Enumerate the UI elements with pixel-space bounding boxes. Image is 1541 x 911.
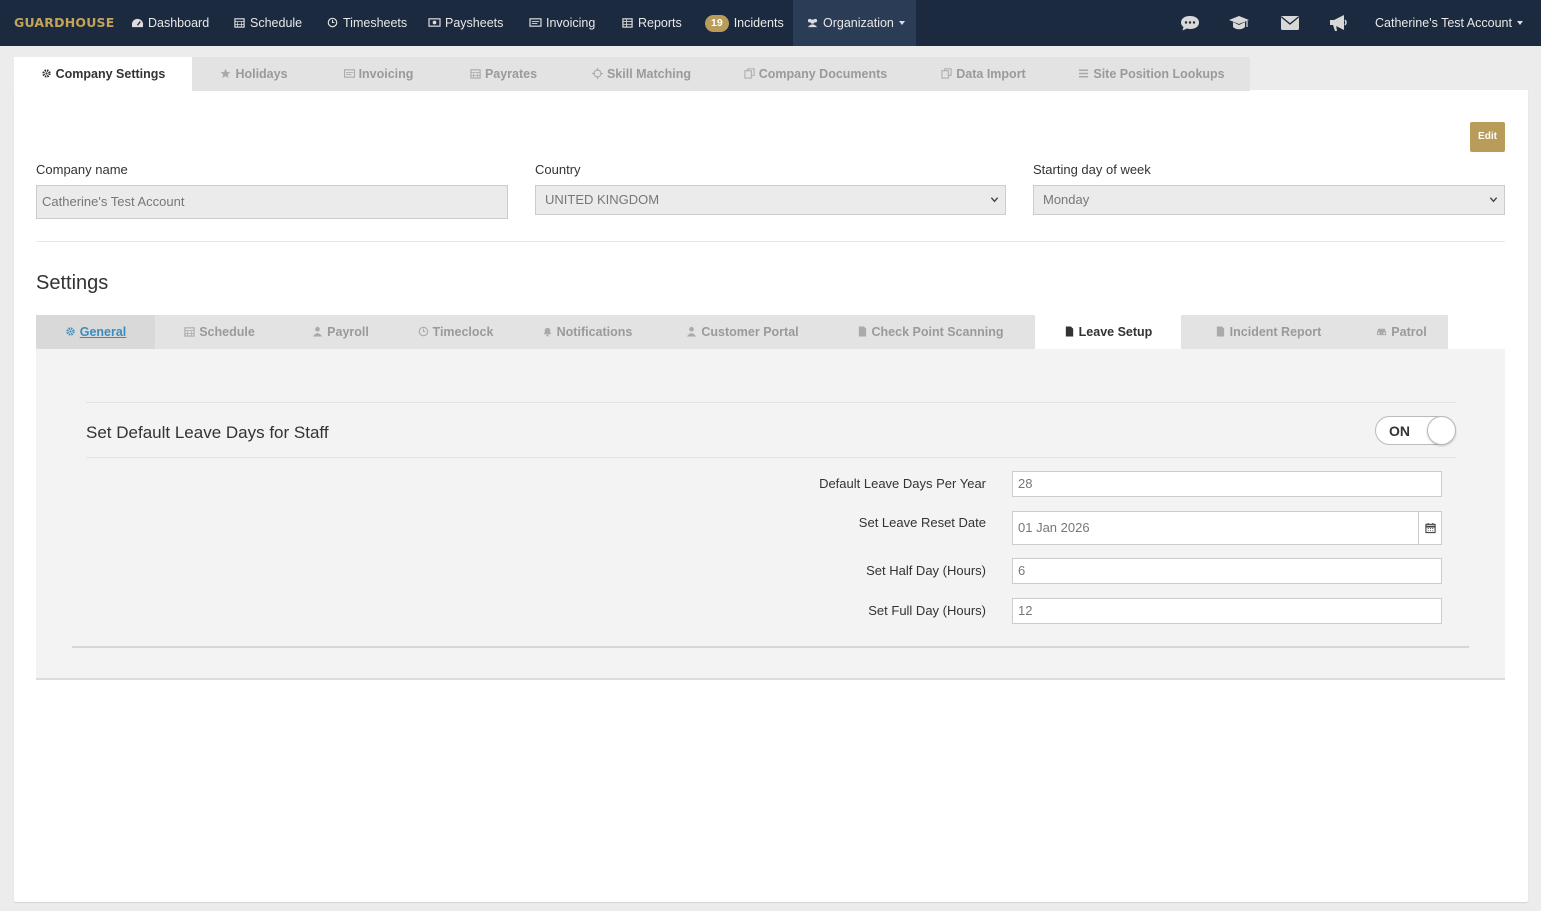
invoice-icon: [529, 18, 542, 27]
nav-reports[interactable]: Reports: [621, 0, 682, 46]
tab-skill-matching[interactable]: Skill Matching: [566, 57, 717, 91]
company-name-field[interactable]: Catherine's Test Account: [36, 185, 508, 219]
leave-section-title: Set Default Leave Days for Staff: [86, 423, 329, 442]
star-icon: [220, 68, 231, 78]
half-day-input[interactable]: 6: [1012, 558, 1442, 584]
full-day-input[interactable]: 12: [1012, 598, 1442, 624]
car-icon: [1377, 328, 1387, 336]
crosshair-icon: [591, 68, 603, 79]
leave-days-label: Default Leave Days Per Year: [819, 476, 986, 491]
half-day-label: Set Half Day (Hours): [866, 563, 986, 578]
tab-incident-report[interactable]: Incident Report: [1181, 315, 1355, 350]
tab-data-import[interactable]: Data Import: [914, 57, 1053, 91]
tab-customer-portal[interactable]: Customer Portal: [660, 315, 825, 350]
tab-site-position-lookups[interactable]: Site Position Lookups: [1053, 57, 1250, 91]
start-day-select[interactable]: Monday: [1033, 185, 1505, 215]
date-picker-button[interactable]: [1418, 511, 1442, 545]
clock-icon: [418, 326, 428, 337]
tab-general[interactable]: General: [36, 315, 155, 350]
users-icon: [807, 18, 818, 28]
toggle-knob: [1427, 416, 1456, 445]
country-label: Country: [535, 162, 581, 177]
tab-payrates[interactable]: Payrates: [441, 57, 566, 91]
company-tabs: Company Settings Holidays Invoicing Payr…: [14, 57, 1250, 91]
divider: [72, 646, 1469, 648]
chat-icon[interactable]: [1179, 13, 1201, 33]
tab-payroll[interactable]: Payroll: [284, 315, 397, 350]
money-icon: [428, 18, 441, 27]
user-icon: [313, 326, 323, 337]
bell-icon: [543, 327, 551, 337]
calendar-icon: [184, 327, 195, 337]
default-leave-toggle[interactable]: ON: [1375, 416, 1456, 445]
nav-timesheets[interactable]: Timesheets: [326, 0, 407, 46]
list-icon: [1079, 69, 1089, 78]
table-icon: [622, 18, 633, 28]
calendar-icon: [1425, 522, 1436, 534]
tab-patrol[interactable]: Patrol: [1355, 315, 1448, 350]
company-name-label: Company name: [36, 162, 128, 177]
tab-check-point-scanning[interactable]: Check Point Scanning: [825, 315, 1035, 350]
incidents-count-badge: 19: [705, 15, 729, 32]
country-select[interactable]: UNITED KINGDOM: [535, 185, 1006, 215]
nav-incidents[interactable]: 19 Incidents: [705, 0, 784, 46]
file-icon: [1216, 326, 1224, 337]
tab-invoicing[interactable]: Invoicing: [316, 57, 441, 91]
divider: [86, 402, 1456, 403]
nav-dashboard[interactable]: Dashboard: [131, 0, 209, 46]
brand-logo[interactable]: GUARDHOUSE: [14, 15, 114, 30]
tab-leave-setup[interactable]: Leave Setup: [1035, 315, 1181, 350]
tab-holidays[interactable]: Holidays: [192, 57, 316, 91]
file-icon: [1065, 326, 1073, 337]
nav-organization[interactable]: Organization: [793, 0, 916, 46]
copy-icon: [744, 68, 755, 79]
graduation-cap-icon[interactable]: [1228, 13, 1250, 33]
divider: [36, 241, 1505, 242]
tab-company-documents[interactable]: Company Documents: [717, 57, 914, 91]
calendar-icon: [234, 18, 245, 28]
nav-invoicing[interactable]: Invoicing: [529, 0, 595, 46]
full-day-label: Set Full Day (Hours): [868, 603, 986, 618]
edit-button[interactable]: Edit: [1470, 122, 1505, 152]
gear-icon: [66, 327, 75, 336]
account-menu[interactable]: Catherine's Test Account: [1375, 0, 1523, 46]
nav-schedule[interactable]: Schedule: [233, 0, 302, 46]
chevron-down-icon: [1489, 197, 1498, 203]
chevron-down-icon: [1516, 21, 1523, 25]
copy-icon: [941, 68, 952, 79]
tab-timeclock[interactable]: Timeclock: [397, 315, 514, 350]
tab-schedule[interactable]: Schedule: [155, 315, 284, 350]
user-icon: [687, 326, 697, 337]
chevron-down-icon: [898, 21, 905, 25]
file-icon: [858, 326, 866, 337]
clock-icon: [327, 17, 338, 28]
settings-tabs: General Schedule Payroll Timeclock Notif…: [36, 315, 1448, 350]
top-navbar: GUARDHOUSE Dashboard Schedule Timesheets…: [0, 0, 1541, 46]
start-day-label: Starting day of week: [1033, 162, 1151, 177]
leave-days-input[interactable]: 28: [1012, 471, 1442, 497]
chevron-down-icon: [990, 197, 999, 203]
reset-date-label: Set Leave Reset Date: [858, 515, 986, 530]
divider: [86, 457, 1456, 458]
calendar-icon: [470, 69, 481, 79]
gear-icon: [42, 69, 51, 78]
settings-heading: Settings: [36, 272, 109, 294]
reset-date-input[interactable]: 01 Jan 2026: [1012, 511, 1442, 545]
tab-notifications[interactable]: Notifications: [514, 315, 660, 350]
nav-paysheets[interactable]: Paysheets: [428, 0, 503, 46]
envelope-icon[interactable]: [1279, 13, 1301, 33]
invoice-icon: [343, 69, 355, 78]
dashboard-icon: [131, 18, 144, 28]
bullhorn-icon[interactable]: [1327, 13, 1349, 33]
tab-company-settings[interactable]: Company Settings: [14, 57, 192, 91]
